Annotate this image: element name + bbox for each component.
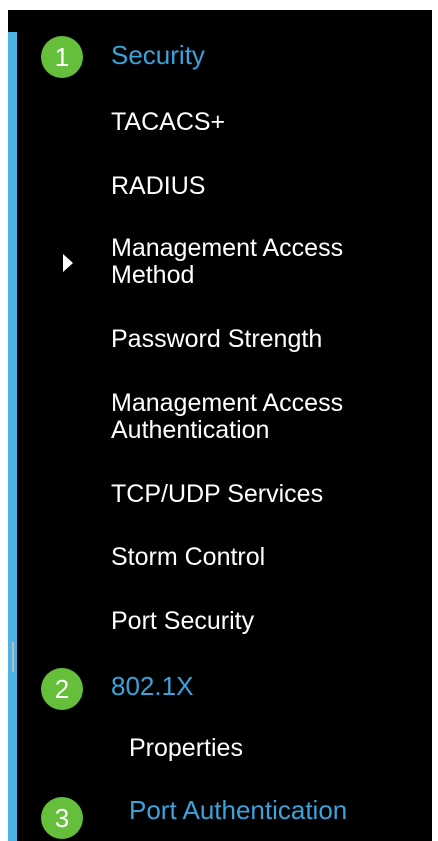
step-3-badge: 3 [41,797,83,839]
nav-item-management-access-authentication-label: Management Access Authentication [111,389,344,444]
nav-item-port-authentication[interactable]: 3 Port Authentication [8,791,432,841]
nav-item-properties[interactable]: Properties [8,730,432,768]
security-nav-panel: 1 Security TACACS+ RADIUS Management Acc… [8,10,432,841]
nav-item-properties-label: Properties [129,734,243,762]
nav-item-tacacs-label: TACACS+ [111,108,226,136]
nav-item-management-access-authentication[interactable]: Management Access Authentication [8,385,432,451]
nav-item-radius[interactable]: RADIUS [8,168,432,206]
nav-item-radius-label: RADIUS [111,172,206,200]
nav-item-tcp-udp-services-label: TCP/UDP Services [111,480,324,508]
step-2-badge: 2 [41,668,83,710]
nav-item-port-authentication-label: Port Authentication [129,795,348,825]
step-1-badge: 1 [41,36,83,78]
nav-item-port-security-label: Port Security [111,607,255,635]
nav-item-802-1x-label: 802.1X [111,671,194,701]
caret-right-icon[interactable] [63,254,73,272]
nav-item-tcp-udp-services[interactable]: TCP/UDP Services [8,476,432,514]
nav-item-tacacs[interactable]: TACACS+ [8,104,432,142]
nav-item-security-label: Security [111,40,205,70]
nav-item-management-access-method[interactable]: Management Access Method [8,230,432,296]
nav-item-security[interactable]: 1 Security [8,32,432,82]
nav-item-storm-control-label: Storm Control [111,543,266,571]
nav-item-802-1x[interactable]: 2 802.1X [8,666,432,712]
nav-item-password-strength-label: Password Strength [111,325,323,353]
nav-item-password-strength[interactable]: Password Strength [8,321,432,359]
nav-item-port-security[interactable]: Port Security [8,603,432,641]
nav-item-management-access-method-label: Management Access Method [111,234,344,289]
nav-item-storm-control[interactable]: Storm Control [8,539,432,577]
